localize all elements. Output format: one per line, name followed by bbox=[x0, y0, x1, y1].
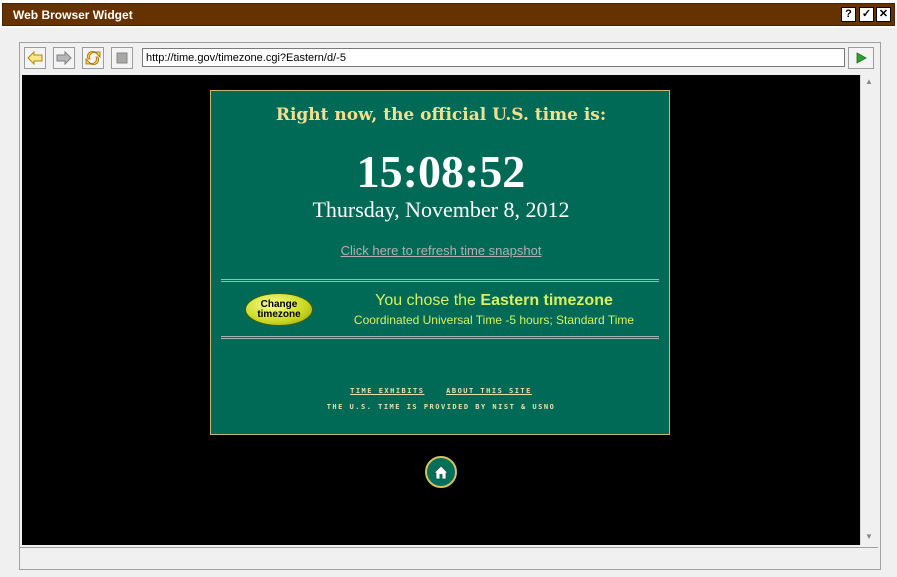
status-bar bbox=[20, 547, 878, 568]
provided-by-text: THE U.S. TIME IS PROVIDED BY NIST & USNO bbox=[326, 403, 556, 411]
titlebar-bar: Web Browser Widget ? ✓ ✕ bbox=[2, 3, 895, 26]
timezone-detail: Coordinated Universal Time -5 hours; Sta… bbox=[353, 313, 635, 327]
footer-links: TIME EXHIBITS ABOUT THIS SITE bbox=[211, 387, 671, 395]
divider-bottom bbox=[221, 336, 659, 339]
scroll-down-icon[interactable]: ▼ bbox=[865, 532, 873, 541]
scroll-up-icon[interactable]: ▲ bbox=[865, 77, 873, 86]
home-button[interactable] bbox=[425, 456, 457, 488]
ok-button[interactable]: ✓ bbox=[859, 7, 874, 22]
change-timezone-button[interactable]: Change timezone bbox=[245, 293, 313, 326]
refresh-button[interactable] bbox=[82, 47, 104, 69]
change-timezone-label-1: Change bbox=[260, 298, 298, 310]
close-button[interactable]: ✕ bbox=[876, 7, 891, 22]
stop-icon bbox=[116, 52, 128, 64]
timezone-prefix: You chose the bbox=[375, 292, 481, 309]
refresh-link[interactable]: Click here to refresh time snapshot bbox=[211, 243, 671, 258]
current-time: 15:08:52 bbox=[356, 146, 526, 197]
change-timezone-label-2: timezone bbox=[257, 308, 301, 320]
time-exhibits-link[interactable]: TIME EXHIBITS bbox=[350, 387, 424, 395]
home-icon bbox=[433, 464, 449, 479]
web-viewport[interactable]: Right now, the official U.S. time is: 15… bbox=[22, 75, 860, 545]
refresh-icon bbox=[85, 50, 101, 66]
go-play-icon bbox=[856, 52, 867, 64]
forward-arrow-icon bbox=[56, 51, 72, 65]
headline: Right now, the official U.S. time is: bbox=[275, 105, 607, 125]
window-titlebar: Web Browser Widget ? ✓ ✕ bbox=[0, 0, 897, 28]
window-title: Web Browser Widget bbox=[13, 8, 133, 22]
about-site-link[interactable]: ABOUT THIS SITE bbox=[446, 387, 532, 395]
timezone-name: Eastern timezone bbox=[480, 292, 613, 309]
divider-top bbox=[221, 279, 659, 282]
current-date: Thursday, November 8, 2012 bbox=[312, 197, 570, 222]
stop-button[interactable] bbox=[111, 47, 133, 69]
go-button[interactable] bbox=[848, 47, 874, 69]
widget-panel: Right now, the official U.S. time is: 15… bbox=[4, 28, 893, 575]
timezone-choice: You chose the Eastern timezone bbox=[329, 292, 659, 310]
url-input[interactable] bbox=[142, 48, 845, 67]
vertical-scrollbar[interactable]: ▲ ▼ bbox=[860, 75, 878, 545]
forward-button[interactable] bbox=[53, 47, 75, 69]
browser-frame: Right now, the official U.S. time is: 15… bbox=[19, 42, 881, 570]
browser-toolbar bbox=[20, 43, 880, 73]
help-button[interactable]: ? bbox=[841, 7, 856, 22]
back-button[interactable] bbox=[24, 47, 46, 69]
time-panel: Right now, the official U.S. time is: 15… bbox=[210, 90, 670, 435]
back-arrow-icon bbox=[27, 51, 43, 65]
